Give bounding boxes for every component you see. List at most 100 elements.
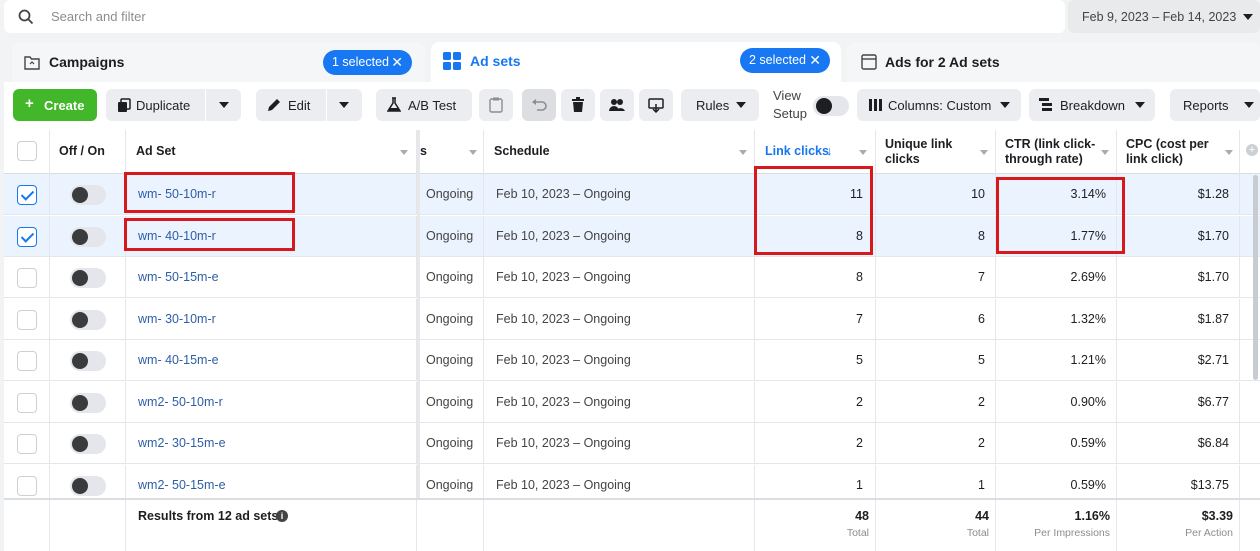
highlight-box — [754, 166, 873, 255]
sort-icon[interactable] — [1225, 150, 1233, 155]
folder-icon — [24, 56, 40, 70]
schedule-cell: Feb 10, 2023 – Ongoing — [484, 174, 755, 215]
close-icon[interactable]: ✕ — [391, 54, 403, 71]
tab-ad-sets[interactable]: Ad sets 2 selected ✕ — [431, 42, 841, 82]
header-ctr[interactable]: CTR (link click- through rate) — [996, 130, 1117, 174]
sort-icon[interactable] — [859, 150, 867, 155]
schedule-value: Feb 10, 2023 – Ongoing — [496, 477, 631, 492]
table-row[interactable]: wm- 40-15m-e Ongoing Feb 10, 2023 – Ongo… — [4, 340, 1260, 381]
ad-set-toggle[interactable] — [70, 351, 106, 371]
table-row[interactable]: wm2- 30-15m-e Ongoing Feb 10, 2023 – Ong… — [4, 423, 1260, 464]
row-checkbox[interactable] — [17, 475, 37, 496]
select-all-checkbox[interactable] — [17, 141, 37, 161]
chevron-down-icon — [1000, 102, 1010, 108]
row-toggle-cell — [50, 340, 126, 381]
unique-clicks-cell: 8 — [876, 215, 996, 257]
close-icon[interactable]: ✕ — [809, 52, 821, 69]
header-schedule[interactable]: Schedule — [484, 130, 755, 174]
ad-set-toggle[interactable] — [70, 226, 106, 247]
ad-set-toggle[interactable] — [70, 475, 106, 496]
people-icon — [609, 99, 625, 111]
export-button[interactable] — [639, 89, 673, 121]
header-ad-set[interactable]: Ad Set — [126, 130, 417, 174]
table-header: Off / On Ad Set s Schedule Link clicks ↓… — [4, 130, 1260, 174]
chevron-down-icon[interactable] — [219, 102, 229, 108]
delete-button[interactable] — [561, 89, 595, 121]
ad-set-toggle[interactable] — [70, 392, 106, 413]
delivery-status: Ongoing — [426, 270, 474, 284]
unique-clicks-value: 8 — [978, 228, 985, 243]
link-clicks-cell: 5 — [755, 340, 876, 381]
sort-icon[interactable] — [980, 150, 988, 155]
reports-button[interactable]: Reports — [1170, 89, 1260, 121]
chevron-down-icon — [1243, 14, 1253, 20]
row-select-cell — [4, 257, 50, 298]
unique-clicks-cell: 10 — [876, 174, 996, 215]
schedule-cell: Feb 10, 2023 – Ongoing — [484, 381, 755, 423]
sort-icon[interactable] — [469, 150, 477, 155]
row-checkbox[interactable] — [17, 351, 37, 371]
ad-set-name-link[interactable]: wm- 50-15m-e — [138, 270, 219, 284]
ab-test-button[interactable]: A/B Test — [376, 89, 472, 121]
audience-button[interactable] — [600, 89, 634, 121]
breakdown-button[interactable]: Breakdown — [1029, 89, 1155, 121]
tab-ads[interactable]: Ads for 2 Ad sets — [847, 42, 1260, 82]
ad-set-toggle[interactable] — [70, 309, 106, 330]
vertical-scrollbar[interactable] — [1253, 175, 1258, 380]
undo-button[interactable] — [522, 89, 556, 121]
date-range-picker[interactable]: Feb 9, 2023 – Feb 14, 2023 — [1068, 0, 1260, 33]
row-checkbox[interactable] — [17, 392, 37, 413]
tab-campaigns[interactable]: Campaigns 1 selected ✕ — [12, 42, 425, 82]
table-row[interactable]: wm- 30-10m-r Ongoing Feb 10, 2023 – Ongo… — [4, 298, 1260, 340]
view-setup-toggle[interactable] — [813, 96, 849, 116]
row-checkbox[interactable] — [17, 226, 37, 247]
create-button[interactable]: + Create — [13, 89, 97, 121]
edit-button[interactable]: Edit — [256, 89, 362, 121]
cpc-value: $1.70 — [1197, 270, 1229, 284]
ad-set-name-link[interactable]: wm2- 30-15m-e — [138, 436, 226, 450]
chevron-down-icon[interactable] — [339, 102, 349, 108]
ad-set-toggle[interactable] — [70, 268, 106, 288]
search-placeholder: Search and filter — [51, 9, 146, 24]
cpc-value: $6.84 — [1197, 436, 1229, 450]
row-checkbox[interactable] — [17, 309, 37, 330]
ad-set-name-link[interactable]: wm2- 50-10m-r — [138, 395, 223, 409]
row-select-cell — [4, 423, 50, 464]
schedule-value: Feb 10, 2023 – Ongoing — [496, 187, 631, 201]
header-off-on[interactable]: Off / On — [50, 130, 126, 174]
header-cpc[interactable]: CPC (cost per link click) — [1117, 130, 1240, 174]
chevron-down-icon — [736, 102, 746, 108]
create-label: Create — [44, 98, 85, 113]
columns-button[interactable]: Columns: Custom — [857, 89, 1021, 121]
ad-set-name-link[interactable]: wm- 40-15m-e — [138, 353, 219, 367]
sort-icon[interactable] — [739, 150, 747, 155]
unique-clicks-cell: 2 — [876, 381, 996, 423]
undo-icon — [532, 99, 547, 111]
ad-set-name-link[interactable]: wm2- 50-15m-e — [138, 478, 226, 492]
sort-icon[interactable] — [400, 150, 408, 155]
search-input[interactable]: Search and filter — [4, 0, 1065, 33]
header-unique-link-clicks[interactable]: Unique link clicks — [876, 130, 996, 174]
duplicate-button[interactable]: Duplicate — [106, 89, 241, 121]
ad-set-toggle[interactable] — [70, 434, 106, 454]
row-checkbox[interactable] — [17, 268, 37, 288]
clipboard-button[interactable] — [479, 89, 513, 121]
trash-icon — [572, 97, 584, 112]
duplicate-label: Duplicate — [136, 98, 191, 113]
add-column-icon[interactable]: + — [1246, 144, 1258, 156]
row-checkbox[interactable] — [17, 434, 37, 454]
ad-set-toggle[interactable] — [70, 185, 106, 205]
table-row[interactable]: wm2- 50-10m-r Ongoing Feb 10, 2023 – Ong… — [4, 381, 1260, 423]
cpc-value: $1.87 — [1197, 311, 1229, 326]
header-delivery[interactable]: s — [420, 130, 484, 174]
adsets-selected-pill[interactable]: 2 selected ✕ — [740, 48, 830, 73]
row-checkbox[interactable] — [17, 185, 37, 205]
unique-clicks-cell: 5 — [876, 340, 996, 381]
table-row[interactable]: wm- 50-15m-e Ongoing Feb 10, 2023 – Ongo… — [4, 257, 1260, 298]
rules-button[interactable]: Rules — [681, 89, 759, 121]
sort-icon[interactable] — [1101, 150, 1109, 155]
campaigns-selected-pill[interactable]: 1 selected ✕ — [323, 50, 412, 75]
info-icon[interactable]: i — [276, 510, 288, 522]
ad-set-name-link[interactable]: wm- 30-10m-r — [138, 312, 216, 326]
schedule-cell: Feb 10, 2023 – Ongoing — [484, 340, 755, 381]
